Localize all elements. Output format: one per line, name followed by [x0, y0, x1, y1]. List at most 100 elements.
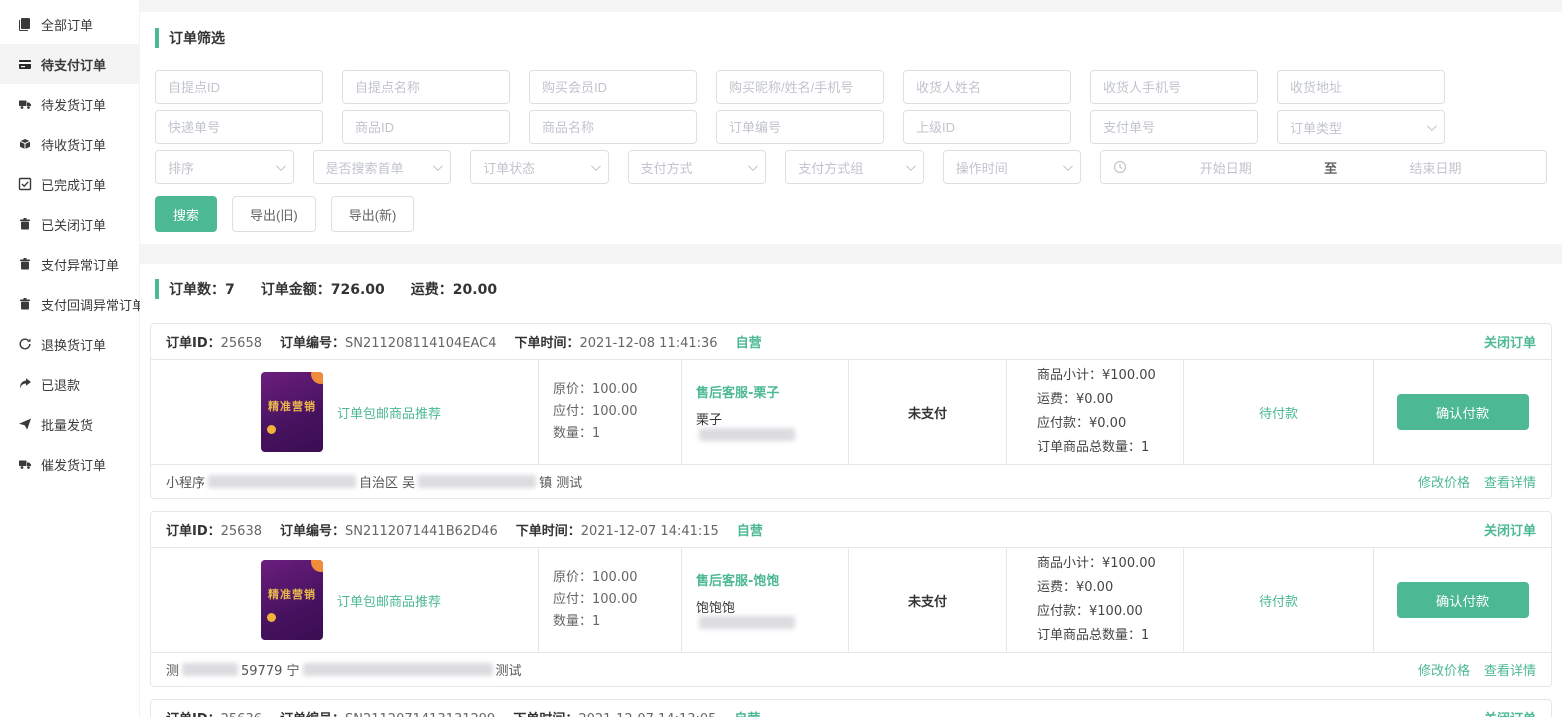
self-operated-badge: 自营	[734, 708, 760, 717]
payment-sn-input[interactable]	[1090, 110, 1258, 144]
date-range-picker[interactable]: 开始日期 至 结束日期	[1100, 150, 1547, 184]
orders-to-receive-icon	[18, 137, 32, 151]
close-order-link[interactable]: 关闭订单	[1484, 708, 1536, 717]
sidebar-item-urge-ship-orders[interactable]: 催发货订单	[0, 444, 139, 484]
sidebar-item-to-ship-orders[interactable]: 待发货订单	[0, 84, 139, 124]
redacted-phone	[699, 428, 795, 441]
sidebar-item-batch-ship[interactable]: 批量发货	[0, 404, 139, 444]
receiver-phone-input[interactable]	[1090, 70, 1258, 104]
buyer-member-id-input[interactable]	[529, 70, 697, 104]
payable-price: 应付：100.00	[553, 589, 681, 611]
service-agent-link[interactable]: 售后客服-饱饱	[696, 570, 848, 589]
totals-column: 商品小计：¥100.00 运费：¥0.00 应付款：¥100.00 订单商品总数…	[1007, 548, 1184, 652]
export-new-button[interactable]: 导出(新)	[331, 196, 415, 232]
close-order-link[interactable]: 关闭订单	[1484, 332, 1536, 351]
sidebar-item-all-orders[interactable]: 全部订单	[0, 4, 139, 44]
sidebar-item-payment-callback-error-orders[interactable]: 支付回调异常订单	[0, 284, 139, 324]
sidebar-item-completed-orders[interactable]: 已完成订单	[0, 164, 139, 204]
sidebar-item-to-receive-orders[interactable]: 待收货订单	[0, 124, 139, 164]
product-name-input[interactable]	[529, 110, 697, 144]
orders-pay-error-icon	[18, 257, 32, 271]
first-order-select[interactable]: 是否搜索首单	[313, 150, 452, 184]
sidebar-item-closed-orders[interactable]: 已关闭订单	[0, 204, 139, 244]
sidebar-item-label: 批量发货	[41, 415, 93, 434]
confirm-payment-button[interactable]: 确认付款	[1397, 582, 1529, 618]
view-detail-link[interactable]: 查看详情	[1484, 660, 1536, 679]
order-count: 订单数：7	[169, 279, 235, 299]
chevron-down-icon	[1427, 121, 1437, 131]
operate-time-select[interactable]: 操作时间	[943, 150, 1082, 184]
payable-price: 应付：100.00	[553, 401, 681, 423]
orders-to-ship-icon	[18, 97, 32, 111]
buyer-nickname-input[interactable]	[716, 70, 884, 104]
order-card: 订单ID：25636 订单编号：SN2112071413131299 下单时间：…	[150, 699, 1552, 717]
action-column: 确认付款	[1374, 548, 1551, 652]
order-status-select[interactable]: 订单状态	[470, 150, 609, 184]
sidebar: 全部订单 待支付订单 待发货订单 待收货订单 已完成订单 已关闭订单 支付异常订…	[0, 0, 140, 717]
address-segment: 测	[166, 660, 179, 679]
confirm-payment-button[interactable]: 确认付款	[1397, 394, 1529, 430]
close-order-link[interactable]: 关闭订单	[1484, 520, 1536, 539]
amount-due: 应付款：¥0.00	[1037, 412, 1183, 436]
order-type-select[interactable]: 订单类型	[1277, 110, 1445, 144]
product-column: 精准营销 订单包邮商品推荐	[151, 360, 539, 464]
order-card-footer: 小程序 自治区 吴 镇 测试 修改价格 查看详情	[151, 464, 1551, 498]
order-sn-label: 订单编号：	[280, 712, 345, 717]
order-id-value: 25638	[221, 524, 262, 539]
parent-id-input[interactable]	[903, 110, 1071, 144]
filter-section-title: 订单筛选	[155, 28, 1547, 48]
orders-closed-icon	[18, 217, 32, 231]
customer-service-column: 售后客服-栗子 栗子	[682, 360, 849, 464]
orders-return-icon	[18, 337, 32, 351]
start-date-placeholder[interactable]: 开始日期	[1127, 158, 1324, 177]
order-time-label: 下单时间：	[514, 336, 579, 351]
sidebar-item-refunded[interactable]: 已退款	[0, 364, 139, 404]
end-date-placeholder[interactable]: 结束日期	[1337, 158, 1534, 177]
receiver-address-input[interactable]	[1277, 70, 1445, 104]
sort-select[interactable]: 排序	[155, 150, 294, 184]
chevron-down-icon	[748, 161, 758, 171]
edit-price-link[interactable]: 修改价格	[1418, 660, 1470, 679]
edit-price-link[interactable]: 修改价格	[1418, 472, 1470, 491]
receiver-name-input[interactable]	[903, 70, 1071, 104]
service-agent-link[interactable]: 售后客服-栗子	[696, 382, 848, 401]
order-id-label: 订单ID：	[166, 336, 221, 351]
order-state-column: 待付款	[1184, 548, 1374, 652]
order-time-label: 下单时间：	[513, 712, 578, 717]
order-sn-input[interactable]	[716, 110, 884, 144]
sidebar-item-payment-error-orders[interactable]: 支付异常订单	[0, 244, 139, 284]
order-card-body: 精准营销 订单包邮商品推荐 原价：100.00 应付：100.00 数量：1 售…	[151, 360, 1551, 464]
sidebar-item-pending-payment-orders[interactable]: 待支付订单	[0, 44, 139, 84]
order-card-footer: 测 59779 宁 测试 修改价格 查看详情	[151, 652, 1551, 686]
payment-method-select[interactable]: 支付方式	[628, 150, 767, 184]
order-card-body: 精准营销 订单包邮商品推荐 原价：100.00 应付：100.00 数量：1 售…	[151, 548, 1551, 652]
product-thumbnail: 精准营销	[261, 560, 323, 640]
order-state: 待付款	[1259, 591, 1298, 610]
export-old-button[interactable]: 导出(旧)	[232, 196, 316, 232]
filter-buttons: 搜索 导出(旧) 导出(新)	[155, 196, 1547, 236]
orders-urge-ship-icon	[18, 457, 32, 471]
pickup-point-id-input[interactable]	[155, 70, 323, 104]
order-id-label: 订单ID：	[166, 712, 221, 717]
search-button[interactable]: 搜索	[155, 196, 217, 232]
product-id-input[interactable]	[342, 110, 510, 144]
tracking-number-input[interactable]	[155, 110, 323, 144]
payment-method-group-select[interactable]: 支付方式组	[785, 150, 924, 184]
product-name-link[interactable]: 订单包邮商品推荐	[337, 403, 441, 422]
orders-callback-error-icon	[18, 297, 32, 311]
order-state-column: 待付款	[1184, 360, 1374, 464]
main-content: 订单筛选 订单类型	[140, 0, 1562, 717]
product-name-link[interactable]: 订单包邮商品推荐	[337, 591, 441, 610]
pickup-point-name-input[interactable]	[342, 70, 510, 104]
order-card: 订单ID：25638 订单编号：SN2112071441B62D46 下单时间：…	[150, 511, 1552, 687]
redacted-address	[182, 663, 238, 676]
orders-completed-icon	[18, 177, 32, 191]
view-detail-link[interactable]: 查看详情	[1484, 472, 1536, 491]
sidebar-item-return-exchange-orders[interactable]: 退换货订单	[0, 324, 139, 364]
orders-pending-payment-icon	[18, 57, 32, 71]
redacted-address	[418, 475, 536, 488]
goods-subtotal: 商品小计：¥100.00	[1037, 364, 1183, 388]
totals-column: 商品小计：¥100.00 运费：¥0.00 应付款：¥0.00 订单商品总数量：…	[1007, 360, 1184, 464]
chevron-down-icon	[276, 161, 286, 171]
address-segment: 59779 宁	[241, 660, 300, 679]
